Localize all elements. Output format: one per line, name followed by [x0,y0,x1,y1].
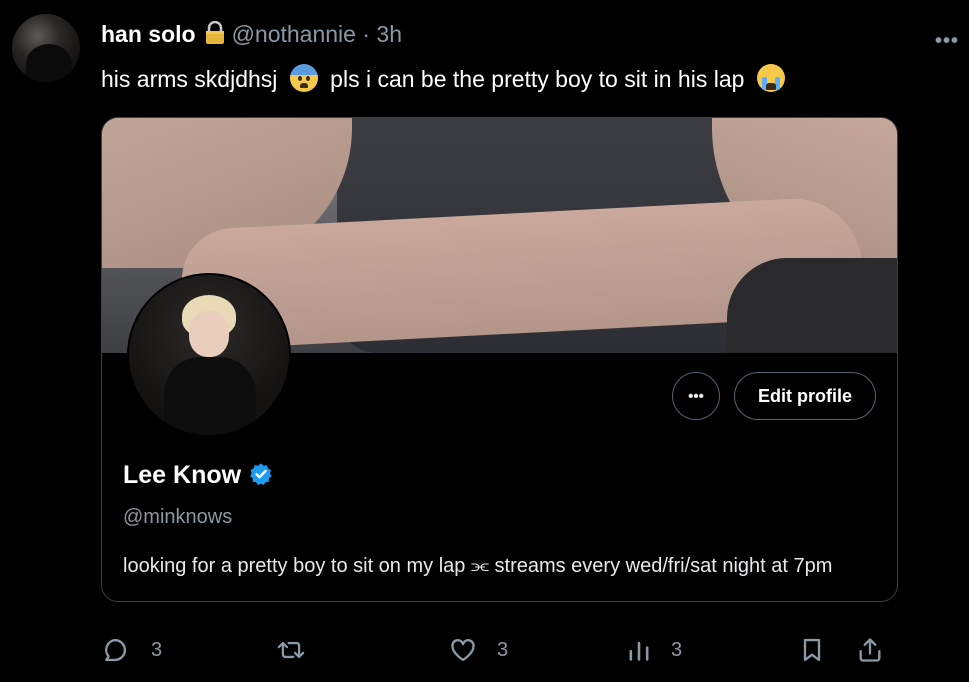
profile-screenshot-card[interactable]: ••• Edit profile Lee Know @minknows look… [101,117,898,602]
profile-display-name: Lee Know [123,461,273,493]
tweet-time[interactable]: 3h [376,21,402,47]
tweet-header: han solo @nothannie · 3h [101,20,402,51]
profile-handle: @minknows [123,506,233,528]
reply-count: 3 [151,638,163,661]
separator-dot: · [362,21,371,47]
views-count: 3 [671,638,683,661]
bookmark-action[interactable] [798,636,826,664]
like-action[interactable]: 3 [449,636,508,664]
display-name-text: Lee Know [123,461,242,489]
views-action[interactable]: 3 [625,636,682,664]
more-options-icon[interactable]: ••• [935,30,959,53]
scared-emoji [289,64,318,92]
reply-action[interactable]: 3 [101,636,162,664]
crying-emoji [756,64,785,92]
share-action[interactable] [856,636,884,664]
verified-badge-icon [249,462,273,493]
tweet-text-part1: his arms skdjdhsj [101,66,278,92]
views-icon [625,636,653,664]
profile-bio: looking for a pretty boy to sit on my la… [123,555,833,577]
profile-avatar [127,273,291,437]
profile-more-button: ••• [672,372,720,420]
retweet-action[interactable] [276,636,306,664]
edit-profile-button: Edit profile [734,372,876,420]
bookmark-icon [798,636,826,664]
tweet-text-part2: pls i can be the pretty boy to sit in hi… [330,66,745,92]
like-icon [449,636,477,664]
author-avatar[interactable] [12,14,80,82]
tweet-text: his arms skdjdhsj pls i can be the prett… [101,64,791,94]
share-icon [856,636,884,664]
like-count: 3 [497,638,509,661]
reply-icon [101,636,129,664]
lock-icon [204,20,226,51]
author-handle[interactable]: @nothannie [232,21,356,47]
author-name[interactable]: han solo [101,21,196,47]
retweet-icon [276,636,306,664]
